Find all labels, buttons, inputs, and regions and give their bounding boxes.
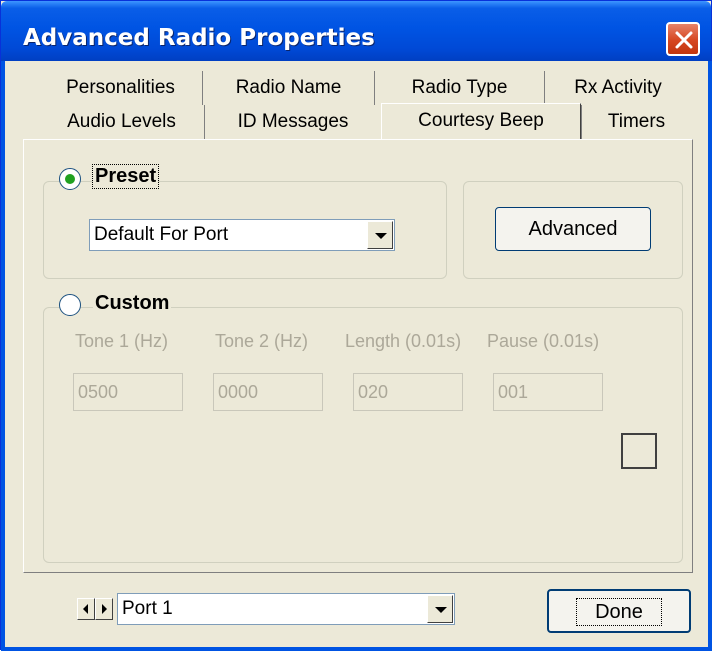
preset-label[interactable]: Preset <box>91 164 160 189</box>
close-icon <box>675 31 693 49</box>
tab-timers[interactable]: Timers <box>581 105 691 139</box>
done-button[interactable]: Done <box>547 589 691 633</box>
window-border-left <box>1 61 5 651</box>
tab-personalities[interactable]: Personalities <box>39 71 203 105</box>
tab-audio-levels[interactable]: Audio Levels <box>39 105 205 139</box>
tone2-label: Tone 2 (Hz) <box>215 331 309 351</box>
advanced-button[interactable]: Advanced <box>495 207 651 251</box>
port-dropdown-value: Port 1 <box>122 598 173 619</box>
chevron-down-icon[interactable] <box>367 221 393 249</box>
arrow-right-icon <box>102 604 107 614</box>
tab-radio-type[interactable]: Radio Type <box>375 71 545 105</box>
close-button[interactable] <box>666 22 700 56</box>
tone1-field[interactable]: 0500 <box>73 373 183 411</box>
arrow-left-icon <box>83 604 88 614</box>
pause-field[interactable]: 001 <box>493 373 603 411</box>
custom-label[interactable]: Custom <box>93 292 172 315</box>
length-label: Length (0.01s) <box>345 331 462 351</box>
prev-port-button[interactable] <box>77 598 95 620</box>
window-title: Advanced Radio Properties <box>23 25 375 51</box>
preset-dropdown[interactable]: Default For Port <box>89 219 395 251</box>
dialog-window: Advanced Radio Properties Personalities … <box>0 0 712 651</box>
tab-courtesy-beep[interactable]: Courtesy Beep <box>381 103 581 139</box>
window-border-bottom <box>1 647 712 651</box>
title-bar[interactable]: Advanced Radio Properties <box>1 1 711 61</box>
done-button-label: Done <box>576 598 662 626</box>
next-port-button[interactable] <box>95 598 113 620</box>
tab-rx-activity[interactable]: Rx Activity <box>545 71 691 105</box>
custom-radio[interactable] <box>59 294 81 316</box>
tab-radio-name[interactable]: Radio Name <box>203 71 375 105</box>
custom-color-box[interactable] <box>621 433 657 469</box>
preset-radio[interactable] <box>59 168 81 190</box>
chevron-down-icon[interactable] <box>427 595 453 623</box>
pause-label: Pause (0.01s) <box>487 331 600 351</box>
preset-dropdown-value: Default For Port <box>94 224 229 245</box>
length-field[interactable]: 020 <box>353 373 463 411</box>
port-dropdown[interactable]: Port 1 <box>117 593 455 625</box>
tone1-label: Tone 1 (Hz) <box>75 331 169 351</box>
radio-selected-dot <box>65 174 75 184</box>
tab-id-messages[interactable]: ID Messages <box>205 105 381 139</box>
window-border-right <box>708 61 712 651</box>
tone2-field[interactable]: 0000 <box>213 373 323 411</box>
